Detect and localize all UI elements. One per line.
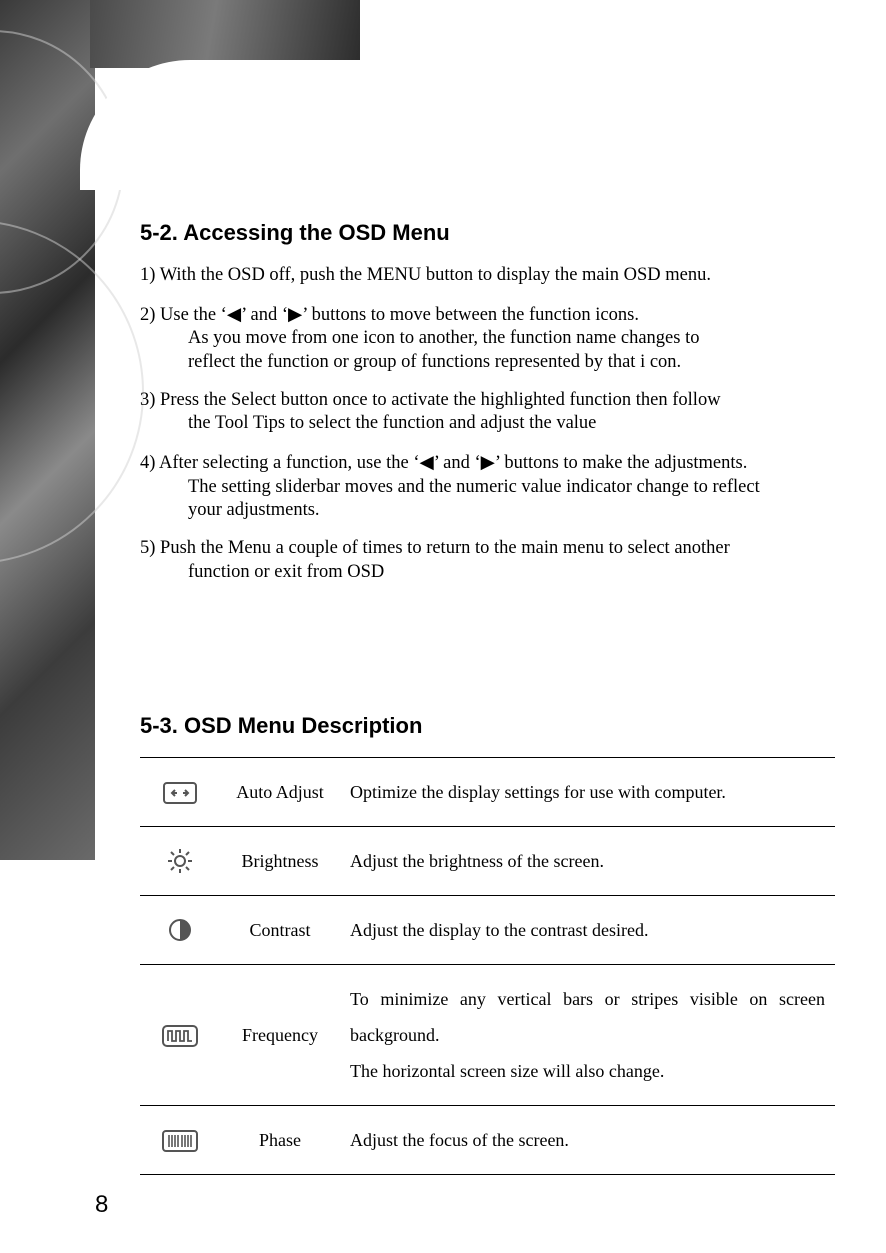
table-row: Brightness Adjust the brightness of the … xyxy=(140,827,835,896)
osd-name: Auto Adjust xyxy=(220,758,340,827)
auto-adjust-icon xyxy=(163,782,197,804)
step-5: 5) Push the Menu a couple of times to re… xyxy=(140,537,840,584)
left-arrow-icon: ◀ xyxy=(227,303,241,324)
osd-name: Frequency xyxy=(220,965,340,1106)
table-row: Frequency To minimize any vertical bars … xyxy=(140,965,835,1106)
step-5-text-a: 5) Push the Menu a couple of times to re… xyxy=(140,538,730,558)
step-3-text-a: 3) Press the Select button once to activ… xyxy=(140,390,721,410)
step-5-text-b: function or exit from OSD xyxy=(164,561,840,585)
step-2-text-a: 2) Use the xyxy=(140,305,216,325)
osd-desc: Adjust the display to the contrast desir… xyxy=(340,896,835,965)
step-4-text-c: buttons to make the adjustments. xyxy=(504,453,747,473)
step-4-text-b: and xyxy=(443,453,470,473)
osd-desc: Adjust the focus of the screen. xyxy=(340,1106,835,1175)
left-arrow-icon: ◀ xyxy=(419,451,433,472)
osd-name: Brightness xyxy=(220,827,340,896)
step-2-text-c: buttons to move between the function ico… xyxy=(312,305,639,325)
page-number: 8 xyxy=(95,1191,108,1219)
step-3: 3) Press the Select button once to activ… xyxy=(140,389,840,436)
section-5-2-heading: 5-2. Accessing the OSD Menu xyxy=(140,220,840,246)
phase-icon xyxy=(162,1130,198,1152)
right-arrow-icon: ▶ xyxy=(481,451,495,472)
osd-desc: Adjust the brightness of the screen. xyxy=(340,827,835,896)
page-tab-curve xyxy=(80,60,380,190)
step-2-line3: reflect the function or group of functio… xyxy=(164,351,840,375)
step-4-line3: your adjustments. xyxy=(164,499,840,523)
right-quote: ’ xyxy=(241,305,246,325)
step-2-line2: As you move from one icon to another, th… xyxy=(164,327,840,351)
page-content: 5-2. Accessing the OSD Menu 1) With the … xyxy=(140,220,840,1175)
step-4-text-a: 4) After selecting a function, use the xyxy=(140,453,409,473)
frequency-icon xyxy=(162,1025,198,1047)
osd-name: Contrast xyxy=(220,896,340,965)
table-row: Auto Adjust Optimize the display setting… xyxy=(140,758,835,827)
table-row: Phase Adjust the focus of the screen. xyxy=(140,1106,835,1175)
osd-menu-table: Auto Adjust Optimize the display setting… xyxy=(140,757,835,1175)
right-quote: ’ xyxy=(302,305,307,325)
decorative-sidebar-art xyxy=(0,0,95,860)
step-2-text-b: and xyxy=(251,305,278,325)
step-4: 4) After selecting a function, use the ‘… xyxy=(140,450,840,523)
right-quote: ’ xyxy=(495,453,500,473)
right-quote: ’ xyxy=(434,453,439,473)
brightness-icon xyxy=(167,848,193,874)
right-arrow-icon: ▶ xyxy=(288,303,302,324)
osd-desc: Optimize the display settings for use wi… xyxy=(340,758,835,827)
decorative-top-art xyxy=(90,0,360,68)
table-row: Contrast Adjust the display to the contr… xyxy=(140,896,835,965)
contrast-icon xyxy=(168,918,192,942)
osd-desc: To minimize any vertical bars or stripes… xyxy=(340,965,835,1106)
step-4-line2: The setting sliderbar moves and the nume… xyxy=(164,476,840,500)
step-3-text-b: the Tool Tips to select the function and… xyxy=(164,412,840,436)
step-2: 2) Use the ‘◀’ and ‘▶’ buttons to move b… xyxy=(140,302,840,375)
step-1: 1) With the OSD off, push the MENU butto… xyxy=(140,264,840,288)
section-5-3-heading: 5-3. OSD Menu Description xyxy=(140,713,840,739)
osd-name: Phase xyxy=(220,1106,340,1175)
